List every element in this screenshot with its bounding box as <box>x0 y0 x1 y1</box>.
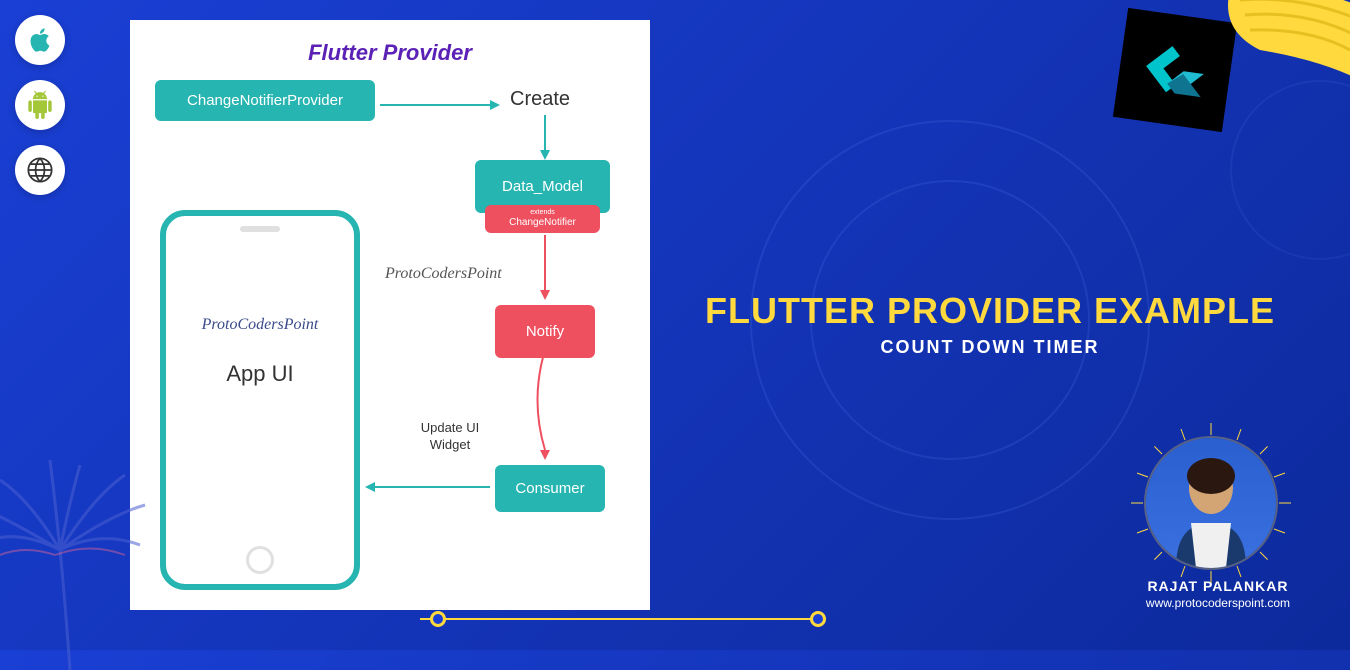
globe-icon <box>15 145 65 195</box>
box-consumer: Consumer <box>495 465 605 512</box>
android-icon <box>15 80 65 130</box>
box-changenotifierprovider: ChangeNotifierProvider <box>155 80 375 121</box>
phone-brand: ProtoCodersPoint <box>166 316 354 334</box>
watermark: ProtoCodersPoint <box>385 265 502 283</box>
author-site: www.protocoderspoint.com <box>1146 596 1290 610</box>
apple-icon <box>15 15 65 65</box>
label-extends: extends <box>493 209 592 217</box>
phone-speaker <box>240 226 280 232</box>
diagram-panel: Flutter Provider ChangeNotifierProvider … <box>130 20 650 610</box>
brush-decoration <box>1200 0 1350 140</box>
phone-mockup: ProtoCodersPoint App UI <box>160 210 360 590</box>
label-create: Create <box>510 88 570 111</box>
author-block: RAJAT PALANKAR www.protocoderspoint.com <box>1146 438 1290 610</box>
arrow-icon <box>538 115 558 160</box>
label-changenotifier: ChangeNotifier <box>493 217 592 229</box>
arrow-icon <box>380 98 500 118</box>
sub-title: COUNT DOWN TIMER <box>700 337 1280 358</box>
main-title: FLUTTER PROVIDER EXAMPLE <box>700 290 1280 332</box>
label-update-ui: Update UI Widget <box>410 420 490 454</box>
arrow-icon <box>538 235 558 300</box>
divider-dot <box>810 611 826 627</box>
divider-line <box>420 618 820 620</box>
hero-text: FLUTTER PROVIDER EXAMPLE COUNT DOWN TIME… <box>700 290 1280 358</box>
platform-sidebar <box>15 15 65 195</box>
phone-home-button <box>246 546 274 574</box>
arrow-icon <box>525 350 565 460</box>
box-changenotifier: extends ChangeNotifier <box>485 205 600 233</box>
diagram-title: Flutter Provider <box>150 40 630 66</box>
arrow-icon <box>365 480 490 500</box>
author-avatar <box>1146 438 1276 568</box>
phone-app-label: App UI <box>166 361 354 387</box>
palm-decoration <box>0 450 160 670</box>
divider-dot <box>430 611 446 627</box>
